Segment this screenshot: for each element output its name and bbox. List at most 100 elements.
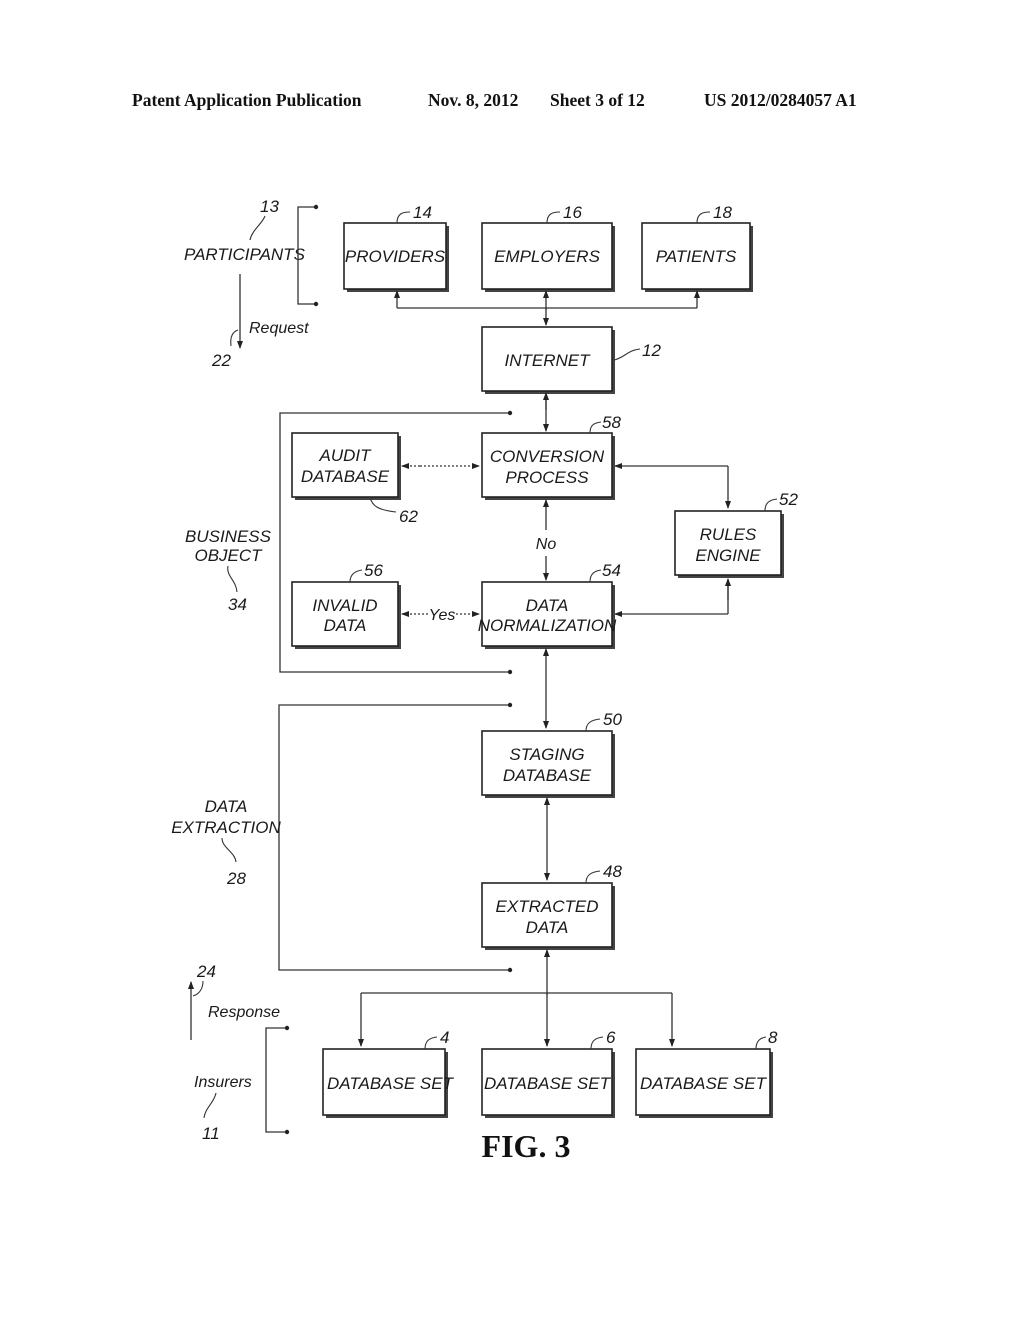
business-object-ref: 34 — [228, 595, 247, 614]
extracted-data-leader — [585, 870, 601, 884]
box-staging-database: STAGING DATABASE 50 — [481, 710, 622, 798]
internet-ref: 12 — [642, 341, 661, 360]
response-ref: 24 — [196, 962, 216, 981]
extracted-data-label-line2: DATA — [526, 918, 569, 937]
box-providers: PROVIDERS 14 — [343, 203, 449, 292]
providers-ref: 14 — [413, 203, 432, 222]
box-data-normalization: DATA NORMALIZATION 54 — [478, 561, 621, 649]
invalid-data-label-line2: DATA — [324, 616, 367, 635]
request-label: Request — [249, 320, 309, 337]
internet-leader — [613, 348, 641, 361]
providers-label: PROVIDERS — [345, 247, 446, 266]
database-set-4-label: DATABASE SET — [327, 1074, 455, 1093]
database-set-8-label: DATABASE SET — [640, 1074, 768, 1093]
employers-ref: 16 — [563, 203, 582, 222]
insurers-label: Insurers — [194, 1074, 252, 1091]
patients-leader — [696, 211, 711, 224]
audit-database-ref: 62 — [399, 507, 418, 526]
bracket-dot — [507, 967, 513, 973]
bracket-dot — [284, 1025, 290, 1031]
database-set-4-ref: 4 — [440, 1028, 449, 1047]
box-database-set-6: DATABASE SET 6 — [481, 1028, 616, 1118]
data-extraction-ref: 28 — [226, 869, 246, 888]
providers-leader — [396, 211, 411, 224]
insurers-bracket — [265, 1027, 287, 1133]
bracket-dot — [507, 702, 513, 708]
edge-label-yes: Yes — [429, 607, 456, 624]
conversion-process-label-line1: CONVERSION — [490, 447, 605, 466]
participants-group: 13 PARTICIPANTS — [184, 197, 319, 307]
data-normalization-label-line2: NORMALIZATION — [478, 616, 617, 635]
business-object-label-line1: BUSINESS — [185, 527, 272, 546]
staging-database-label-line2: DATABASE — [503, 766, 592, 785]
box-employers: EMPLOYERS 16 — [481, 203, 615, 292]
rules-engine-label-line2: ENGINE — [695, 546, 761, 565]
extracted-data-ref: 48 — [603, 862, 622, 881]
participants-ref: 13 — [260, 197, 279, 216]
response-leader — [192, 980, 204, 997]
data-extraction-label-line1: DATA — [205, 797, 248, 816]
figure-caption: FIG. 3 — [482, 1128, 571, 1164]
patients-ref: 18 — [713, 203, 732, 222]
request-ref: 22 — [211, 351, 231, 370]
bracket-dot — [313, 301, 319, 307]
rules-engine-ref: 52 — [779, 490, 798, 509]
data-extraction-group: DATA EXTRACTION 28 — [171, 702, 513, 973]
database-set-8-leader — [755, 1036, 767, 1050]
box-rules-engine: RULES ENGINE 52 — [674, 490, 798, 578]
audit-database-label-line2: DATABASE — [301, 467, 390, 486]
database-set-4-leader — [424, 1036, 438, 1050]
bracket-dot — [313, 204, 319, 210]
internet-label: INTERNET — [505, 351, 592, 370]
insurers-leader — [203, 1092, 217, 1119]
invalid-data-ref: 56 — [364, 561, 383, 580]
edge-label-no: No — [536, 536, 557, 553]
response-label: Response — [208, 1004, 280, 1021]
box-database-set-8: DATABASE SET 8 — [635, 1028, 778, 1118]
box-database-set-4: DATABASE SET 4 — [322, 1028, 455, 1118]
employers-label: EMPLOYERS — [494, 247, 600, 266]
data-normalization-label-line1: DATA — [526, 596, 569, 615]
rules-engine-label-line1: RULES — [700, 525, 757, 544]
invalid-data-leader — [349, 569, 363, 583]
data-normalization-leader — [589, 569, 602, 583]
insurers-ref: 11 — [202, 1124, 220, 1143]
participants-leader — [249, 215, 266, 241]
box-audit-database: AUDIT DATABASE 62 — [291, 432, 418, 526]
box-invalid-data: INVALID DATA 56 — [291, 561, 401, 649]
conversion-process-ref: 58 — [602, 413, 621, 432]
extracted-data-label-line1: EXTRACTED — [496, 897, 599, 916]
flow-diagram: 13 PARTICIPANTS Request 22 PROVIDERS 14 … — [171, 197, 798, 1164]
data-normalization-ref: 54 — [602, 561, 621, 580]
participants-label: PARTICIPANTS — [184, 245, 306, 264]
business-object-label-line2: OBJECT — [194, 546, 263, 565]
database-set-6-leader — [590, 1036, 604, 1050]
bracket-dot — [284, 1129, 290, 1135]
bracket-dot — [507, 669, 513, 675]
rules-engine-leader — [764, 498, 778, 512]
audit-database-label-line1: AUDIT — [319, 446, 373, 465]
data-extraction-leader — [221, 837, 237, 863]
request-leader — [230, 329, 239, 347]
database-set-8-ref: 8 — [768, 1028, 778, 1047]
staging-database-ref: 50 — [603, 710, 622, 729]
staging-database-leader — [585, 718, 601, 732]
staging-database-label-line1: STAGING — [509, 745, 584, 764]
box-patients: PATIENTS 18 — [641, 203, 753, 292]
invalid-data-label-line1: INVALID — [312, 596, 377, 615]
request-group: Request 22 — [211, 274, 309, 370]
box-extracted-data: EXTRACTED DATA 48 — [481, 862, 622, 950]
database-set-6-ref: 6 — [606, 1028, 616, 1047]
conversion-process-label-line2: PROCESS — [505, 468, 589, 487]
business-object-leader — [227, 565, 238, 593]
patients-label: PATIENTS — [656, 247, 737, 266]
data-extraction-label-line2: EXTRACTION — [171, 818, 281, 837]
conversion-process-leader — [589, 421, 602, 434]
database-set-6-label: DATABASE SET — [484, 1074, 612, 1093]
employers-leader — [546, 211, 561, 224]
data-extraction-bracket — [278, 704, 510, 971]
box-internet: INTERNET 12 — [481, 326, 661, 394]
bracket-dot — [507, 410, 513, 416]
box-conversion-process: CONVERSION PROCESS 58 — [481, 413, 621, 500]
insurers-group: Insurers 11 — [194, 1025, 290, 1143]
